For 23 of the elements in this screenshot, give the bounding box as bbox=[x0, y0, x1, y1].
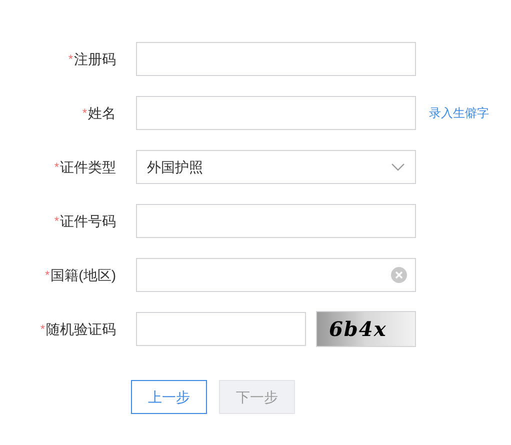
field-label: 证件类型 bbox=[60, 158, 116, 176]
text-field[interactable] bbox=[136, 258, 416, 292]
rare-character-link[interactable]: 录入生僻字 bbox=[429, 104, 489, 122]
captcha-field[interactable] bbox=[136, 312, 306, 346]
required-mark: * bbox=[54, 159, 59, 176]
required-mark: * bbox=[54, 213, 59, 230]
field-label: 随机验证码 bbox=[46, 320, 116, 338]
text-field[interactable] bbox=[136, 42, 416, 76]
clear-icon[interactable] bbox=[391, 267, 407, 283]
previous-step-button[interactable]: 上一步 bbox=[131, 380, 207, 414]
required-mark: * bbox=[68, 51, 73, 68]
field-label: 姓名 bbox=[88, 104, 116, 122]
required-mark: * bbox=[40, 321, 45, 338]
select-field[interactable]: 外国护照 bbox=[136, 150, 416, 184]
field-label: 证件号码 bbox=[60, 212, 116, 230]
required-mark: * bbox=[82, 105, 87, 122]
captcha-image[interactable]: 6b4x bbox=[316, 310, 416, 346]
chevron-down-icon bbox=[391, 163, 405, 171]
field-label: 注册码 bbox=[74, 50, 116, 68]
text-field[interactable] bbox=[136, 96, 416, 130]
text-field[interactable] bbox=[136, 204, 416, 238]
required-mark: * bbox=[45, 267, 50, 284]
field-label: 国籍(地区) bbox=[50, 266, 116, 285]
